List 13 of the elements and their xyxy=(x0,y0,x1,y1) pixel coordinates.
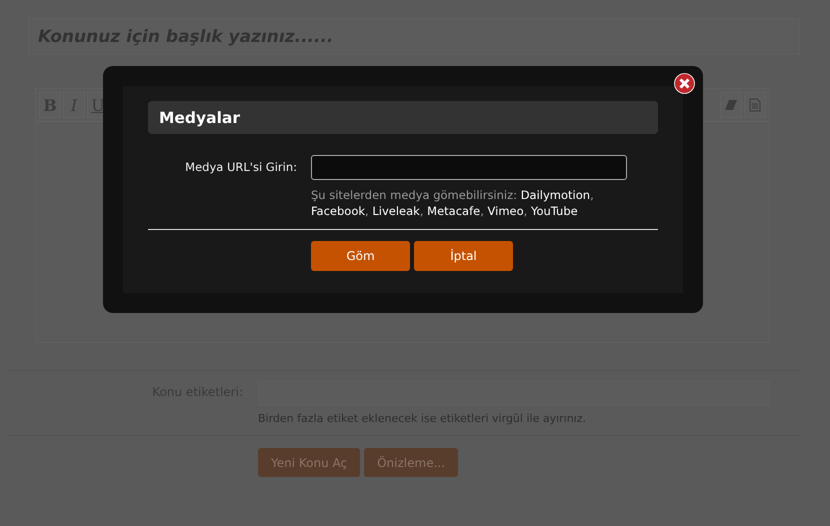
eraser-icon xyxy=(724,99,738,111)
cancel-button[interactable]: İptal xyxy=(414,241,513,271)
dialog-title: Medyalar xyxy=(159,108,240,126)
url-label: Medya URL'si Girin: xyxy=(184,159,297,176)
preview-button[interactable]: Önizleme... xyxy=(364,448,458,477)
embed-button[interactable]: Göm xyxy=(311,241,410,271)
supported-sites-hint: Şu sitelerden medya gömebilirsiniz: Dailymotion, Facebook, Liveleak, Metacafe, Vimeo, YouTube xyxy=(311,187,595,219)
document-icon xyxy=(749,98,761,112)
close-icon[interactable] xyxy=(674,73,695,94)
eraser-button[interactable] xyxy=(720,92,742,118)
url-field[interactable] xyxy=(311,155,627,180)
submit-button[interactable]: Yeni Konu Aç xyxy=(258,448,360,477)
document-button[interactable] xyxy=(744,92,766,118)
